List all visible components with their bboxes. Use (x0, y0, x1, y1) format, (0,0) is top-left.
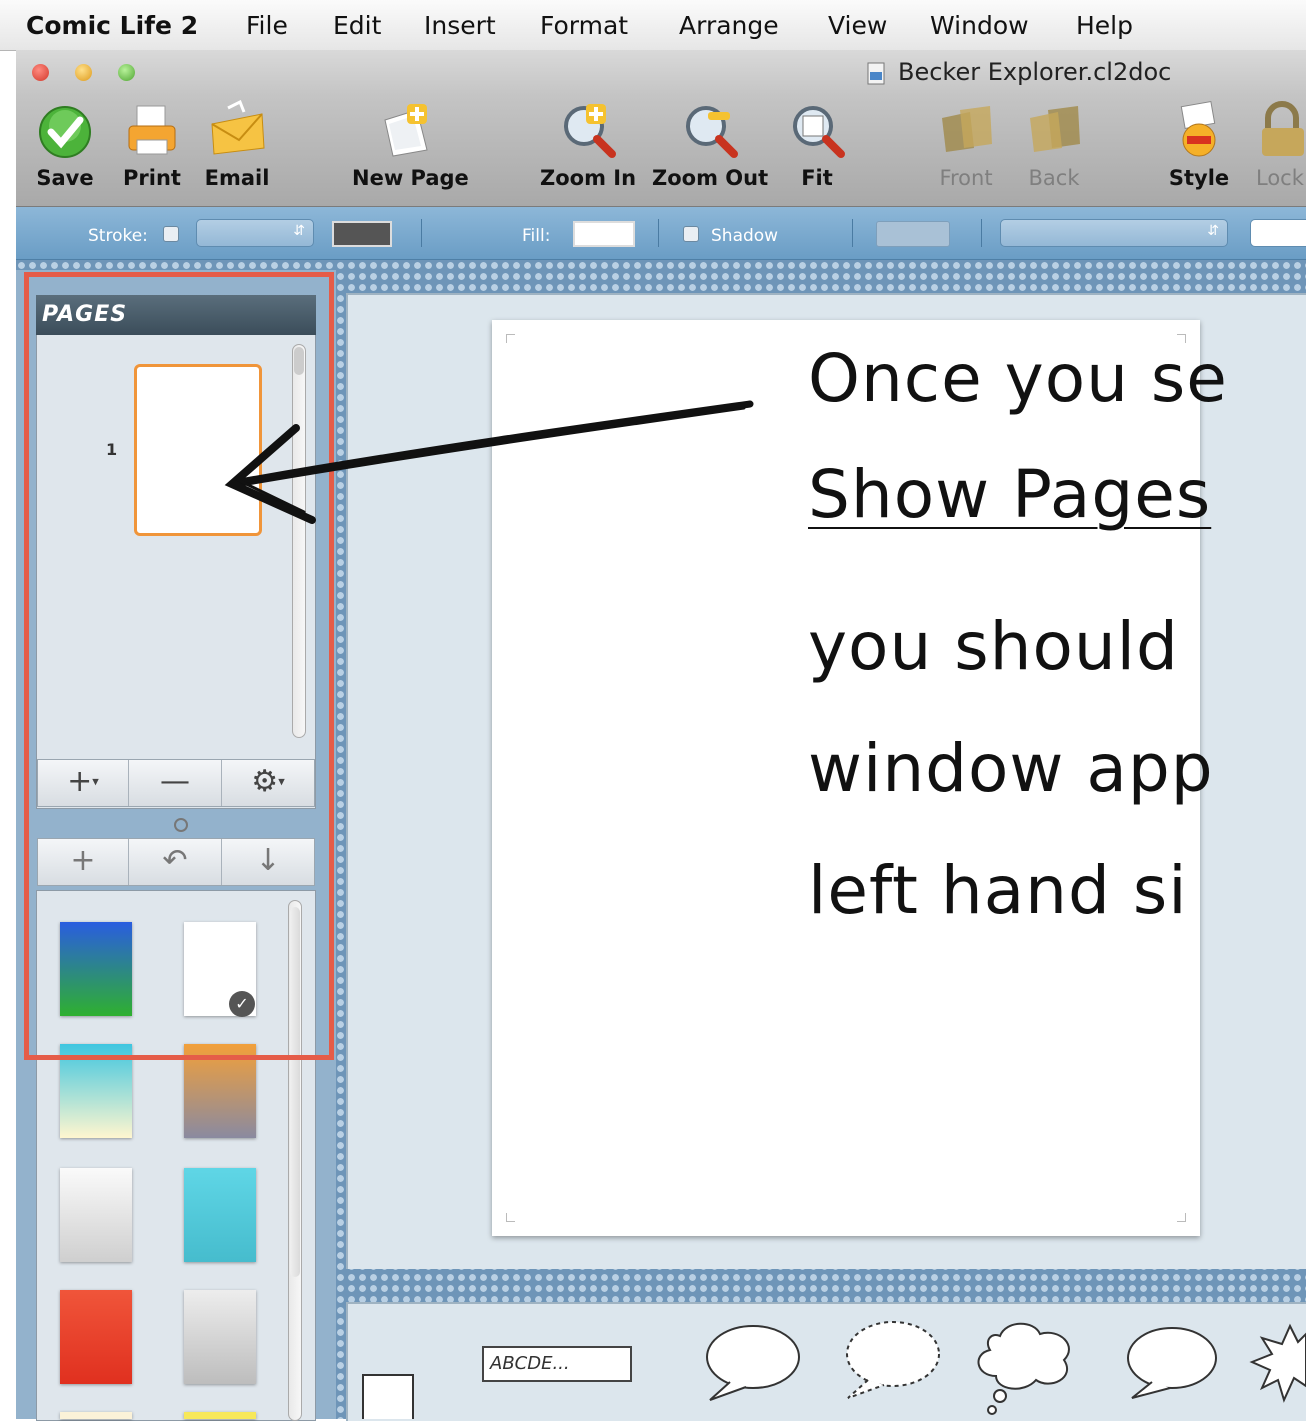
speech-balloon-icon (1127, 1327, 1217, 1399)
annotation-arrow (224, 400, 754, 524)
caption-text-sample: ABCDE... (490, 1353, 570, 1374)
balloon-shapes (706, 1321, 1306, 1415)
whisper-balloon-icon (846, 1321, 940, 1399)
shout-balloon-icon (1249, 1323, 1306, 1403)
thought-balloon-icon (977, 1322, 1070, 1415)
speech-balloon-icon (706, 1325, 800, 1401)
panel-shape[interactable] (362, 1374, 414, 1419)
